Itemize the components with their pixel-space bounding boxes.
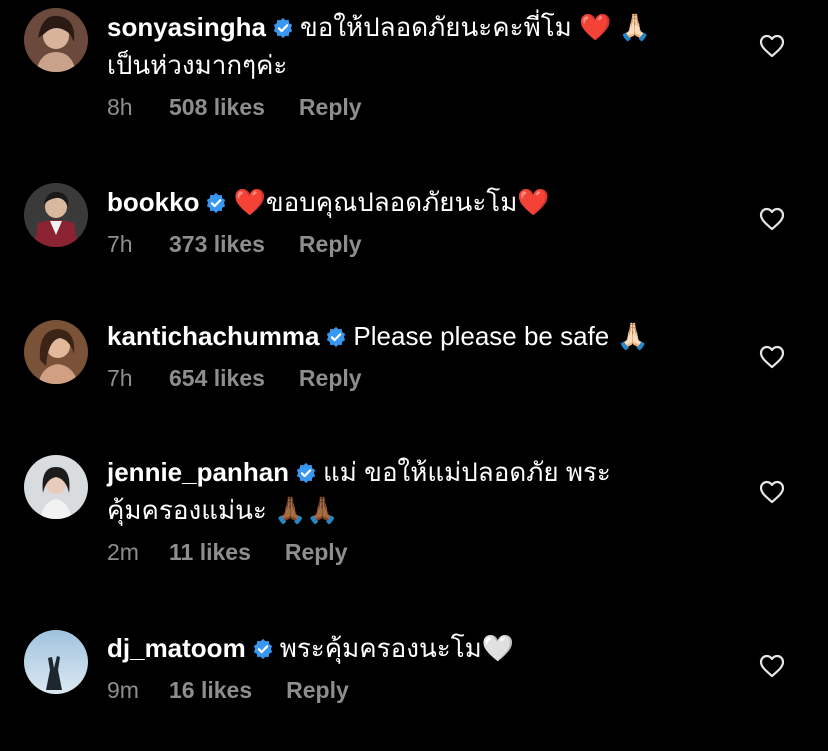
reply-button[interactable]: Reply bbox=[299, 92, 362, 122]
reply-button[interactable]: Reply bbox=[286, 675, 349, 705]
verified-badge-icon bbox=[325, 326, 347, 348]
reply-button[interactable]: Reply bbox=[299, 363, 362, 393]
comment-likes[interactable]: 373 likes bbox=[169, 229, 265, 259]
comment-time: 7h bbox=[107, 231, 133, 257]
avatar[interactable] bbox=[24, 320, 88, 384]
heart-outline-icon[interactable] bbox=[759, 480, 785, 504]
avatar[interactable] bbox=[24, 455, 88, 519]
comment-text: ขอให้ปลอดภัยนะคะพี่โม ❤️ 🙏🏻 bbox=[299, 12, 652, 42]
avatar[interactable] bbox=[24, 630, 88, 694]
comment-time: 7h bbox=[107, 365, 133, 391]
comment-text-continued: เป็นห่วงมากๆค่ะ bbox=[107, 50, 288, 80]
comment-username[interactable]: dj_matoom bbox=[107, 633, 246, 663]
comment-username[interactable]: kantichachumma bbox=[107, 321, 319, 351]
comment-username[interactable]: jennie_panhan bbox=[107, 457, 289, 487]
comment-text: Please please be safe 🙏🏻 bbox=[353, 321, 649, 351]
comment-text-continued: คุ้มครองแม่นะ 🙏🏾🙏🏾 bbox=[107, 495, 339, 525]
comment-time: 9m bbox=[107, 677, 139, 703]
avatar[interactable] bbox=[24, 183, 88, 247]
comment-text: แม่ ขอให้แม่ปลอดภัย พระ bbox=[323, 457, 611, 487]
reply-button[interactable]: Reply bbox=[285, 537, 348, 567]
comment-username[interactable]: bookko bbox=[107, 187, 199, 217]
comment-text: พระคุ้มครองนะโม🤍 bbox=[279, 633, 515, 663]
heart-outline-icon[interactable] bbox=[759, 654, 785, 678]
comment-likes[interactable]: 654 likes bbox=[169, 363, 265, 393]
heart-outline-icon[interactable] bbox=[759, 207, 785, 231]
comment-likes[interactable]: 508 likes bbox=[169, 92, 265, 122]
verified-badge-icon bbox=[272, 17, 294, 39]
verified-badge-icon bbox=[252, 638, 274, 660]
reply-button[interactable]: Reply bbox=[299, 229, 362, 259]
heart-outline-icon[interactable] bbox=[759, 34, 785, 58]
avatar[interactable] bbox=[24, 8, 88, 72]
comment-time: 2m bbox=[107, 539, 139, 565]
heart-outline-icon[interactable] bbox=[759, 345, 785, 369]
comment-likes[interactable]: 11 likes bbox=[169, 537, 251, 567]
comment-username[interactable]: sonyasingha bbox=[107, 12, 266, 42]
comment-time: 8h bbox=[107, 94, 133, 120]
verified-badge-icon bbox=[205, 192, 227, 214]
verified-badge-icon bbox=[295, 462, 317, 484]
comment-likes[interactable]: 16 likes bbox=[169, 675, 252, 705]
comment-text: ❤️ขอบคุณปลอดภัยนะโม❤️ bbox=[233, 187, 550, 217]
